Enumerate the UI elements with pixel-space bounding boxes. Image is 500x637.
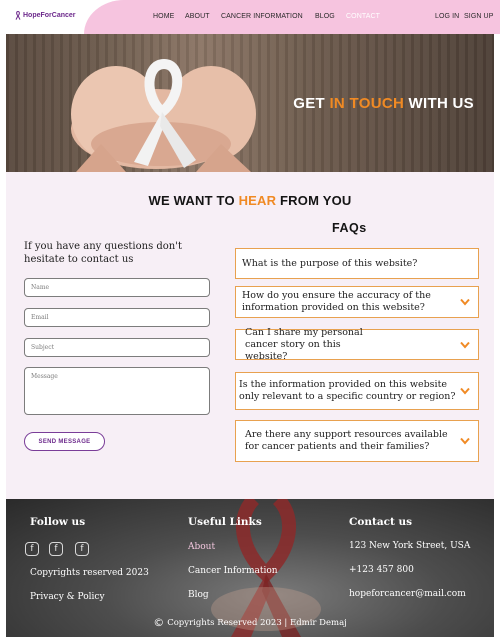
- subject-field[interactable]: Subject: [24, 338, 210, 357]
- copyright-icon: ©: [153, 616, 165, 629]
- name-field[interactable]: Name: [24, 278, 210, 297]
- footer-email-link[interactable]: hopeforcancer@mail.com: [349, 589, 466, 599]
- facebook-icon[interactable]: f: [25, 542, 39, 556]
- chevron-down-icon: [460, 341, 470, 348]
- signup-link[interactable]: SIGN UP: [464, 13, 493, 20]
- top-navbar: HopeForCancer HOME ABOUT CANCER INFORMAT…: [0, 0, 500, 34]
- nav-cancer-information-link[interactable]: CANCER INFORMATION: [221, 13, 303, 20]
- chevron-down-icon: [460, 298, 470, 306]
- message-textarea[interactable]: Message: [24, 367, 210, 415]
- chevron-down-icon: [460, 387, 470, 395]
- contact-heading-post: FROM YOU: [276, 193, 352, 208]
- faq-question: Is the information provided on this webs…: [239, 379, 456, 402]
- hero-title-accent: IN TOUCH: [329, 95, 405, 112]
- contact-heading-pre: WE WANT TO: [148, 193, 239, 208]
- email-field[interactable]: Email: [24, 308, 210, 327]
- message-placeholder: Message: [31, 373, 58, 380]
- nav-contact-link[interactable]: CONTACT: [346, 13, 380, 20]
- nav-home-link[interactable]: HOME: [153, 13, 174, 20]
- faq-item[interactable]: How do you ensure the accuracy of the in…: [235, 286, 479, 318]
- hero-title: GET IN TOUCH WITH US: [293, 95, 474, 112]
- privacy-policy-link[interactable]: Privacy & Policy: [30, 592, 105, 602]
- site-footer: Follow us f f f Copyrights reserved 2023…: [6, 499, 494, 637]
- facebook-icon[interactable]: f: [49, 542, 63, 556]
- footer-phone: +123 457 800: [349, 565, 414, 575]
- hero-banner: GET IN TOUCH WITH US: [6, 34, 494, 172]
- hero-title-post: WITH US: [404, 95, 474, 112]
- nav-about-link[interactable]: ABOUT: [185, 13, 210, 20]
- faq-question: Can I share my personal cancer story on …: [245, 326, 363, 362]
- login-link[interactable]: LOG IN: [435, 13, 459, 20]
- facebook-icon[interactable]: f: [75, 542, 89, 556]
- faq-item[interactable]: Are there any support resources availabl…: [235, 420, 479, 462]
- footer-about-link[interactable]: About: [188, 542, 215, 552]
- follow-us-heading: Follow us: [30, 516, 86, 528]
- footer-blog-link[interactable]: Blog: [188, 590, 209, 600]
- chevron-down-icon: [460, 437, 470, 445]
- brand-logo[interactable]: HopeForCancer: [15, 11, 76, 20]
- nav-blog-link[interactable]: BLOG: [315, 13, 335, 20]
- faq-heading: FAQs: [332, 221, 367, 235]
- faq-item[interactable]: What is the purpose of this website?: [235, 248, 479, 279]
- contact-heading-accent: HEAR: [238, 193, 277, 208]
- brand-name: HopeForCancer: [23, 12, 76, 19]
- faq-item[interactable]: Can I share my personal cancer story on …: [235, 326, 479, 362]
- send-message-button[interactable]: SEND MESSAGE: [24, 432, 105, 451]
- contact-intro-text: If you have any questions don't hesitate…: [24, 241, 183, 265]
- rights-text: Copyrights reserved 2023: [30, 568, 149, 578]
- contact-us-heading: Contact us: [349, 516, 413, 528]
- useful-links-heading: Useful Links: [188, 516, 262, 528]
- faq-question: How do you ensure the accuracy of the in…: [242, 290, 431, 313]
- contact-heading: WE WANT TO HEAR FROM YOU: [6, 193, 494, 208]
- hero-title-pre: GET: [293, 95, 330, 112]
- faq-item[interactable]: Is the information provided on this webs…: [235, 372, 479, 410]
- email-placeholder: Email: [31, 314, 49, 321]
- faq-question: Are there any support resources availabl…: [245, 429, 448, 452]
- ribbon-logo-icon: [15, 11, 21, 20]
- footer-address: 123 New York Street, USA: [349, 541, 471, 551]
- copyright-text: Copyrights Reserved 2023 | Edmir Demaj: [167, 618, 347, 628]
- faq-question: What is the purpose of this website?: [242, 257, 418, 269]
- name-placeholder: Name: [31, 284, 50, 291]
- contact-section: WE WANT TO HEAR FROM YOU FAQs If you hav…: [6, 172, 494, 499]
- footer-cancer-information-link[interactable]: Cancer Information: [188, 566, 278, 576]
- copyright-bar: © Copyrights Reserved 2023 | Edmir Demaj: [6, 616, 494, 629]
- subject-placeholder: Subject: [31, 344, 54, 351]
